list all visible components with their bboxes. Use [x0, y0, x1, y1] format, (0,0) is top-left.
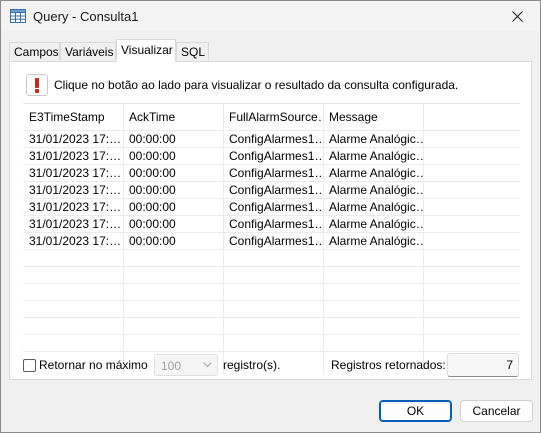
chevron-down-icon [203, 362, 212, 368]
tab-variaveis[interactable]: Variáveis [60, 42, 116, 60]
visualizar-panel: Clique no botão ao lado para visualizar … [9, 61, 532, 380]
cell-acktime: 00:00:00 [129, 149, 176, 163]
returned-label: Registros retornados: [331, 358, 446, 372]
returned-count-field: 7 [447, 353, 519, 377]
cell-timestamp: 31/01/2023 17:… [29, 166, 122, 180]
info-message: Clique no botão ao lado para visualizar … [54, 78, 459, 92]
cell-acktime: 00:00:00 [129, 132, 176, 146]
cell-message: Alarme Analógic… [329, 234, 423, 248]
limit-value: 100 [161, 359, 182, 373]
cell-source: ConfigAlarmes1… [229, 149, 323, 163]
returned-count: 7 [506, 358, 513, 372]
column-header[interactable]: FullAlarmSource… [223, 104, 323, 130]
results-grid[interactable]: E3TimeStamp AckTime FullAlarmSource… Mes… [23, 103, 520, 374]
cell-acktime: 00:00:00 [129, 217, 176, 231]
cell-message: Alarme Analógic… [329, 183, 423, 197]
query-dialog: Query - Consulta1 Campos Variáveis Visua… [0, 0, 541, 433]
cell-message: Alarme Analógic… [329, 132, 423, 146]
grid-header: E3TimeStamp AckTime FullAlarmSource… Mes… [23, 104, 520, 130]
limit-unit-label: registro(s). [223, 358, 281, 372]
cell-source: ConfigAlarmes1… [229, 132, 323, 146]
cell-timestamp: 31/01/2023 17:… [29, 183, 122, 197]
close-button[interactable] [494, 1, 540, 31]
cell-message: Alarme Analógic… [329, 149, 423, 163]
limit-label[interactable]: Retornar no máximo [39, 358, 148, 372]
column-header[interactable]: AckTime [123, 104, 223, 130]
limit-checkbox-group[interactable]: Retornar no máximo [23, 358, 148, 372]
cell-source: ConfigAlarmes1… [229, 166, 323, 180]
cell-timestamp: 31/01/2023 17:… [29, 200, 122, 214]
exclamation-icon[interactable] [26, 74, 48, 96]
cell-timestamp: 31/01/2023 17:… [29, 149, 122, 163]
cell-source: ConfigAlarmes1… [229, 183, 323, 197]
cell-acktime: 00:00:00 [129, 234, 176, 248]
tab-sql[interactable]: SQL [176, 42, 209, 60]
cell-source: ConfigAlarmes1… [229, 200, 323, 214]
tab-campos[interactable]: Campos [9, 42, 60, 60]
cell-acktime: 00:00:00 [129, 200, 176, 214]
tab-visualizar[interactable]: Visualizar [116, 39, 176, 62]
cell-message: Alarme Analógic… [329, 166, 423, 180]
cell-source: ConfigAlarmes1… [229, 217, 323, 231]
ok-button[interactable]: OK [379, 400, 452, 422]
close-icon [511, 10, 523, 22]
cell-timestamp: 31/01/2023 17:… [29, 217, 122, 231]
cell-message: Alarme Analógic… [329, 217, 423, 231]
title-bar[interactable]: Query - Consulta1 [1, 1, 540, 31]
cell-acktime: 00:00:00 [129, 166, 176, 180]
limit-checkbox[interactable] [23, 358, 36, 372]
cell-acktime: 00:00:00 [129, 183, 176, 197]
cell-timestamp: 31/01/2023 17:… [29, 234, 122, 248]
cell-timestamp: 31/01/2023 17:… [29, 132, 122, 146]
cell-message: Alarme Analógic… [329, 200, 423, 214]
cell-source: ConfigAlarmes1… [229, 234, 323, 248]
cancel-button[interactable]: Cancelar [460, 400, 533, 422]
window-title: Query - Consulta1 [33, 9, 139, 24]
limit-combobox[interactable]: 100 [154, 354, 218, 376]
column-header[interactable]: Message [323, 104, 423, 130]
column-header[interactable]: E3TimeStamp [23, 104, 123, 130]
table-app-icon [10, 9, 26, 23]
